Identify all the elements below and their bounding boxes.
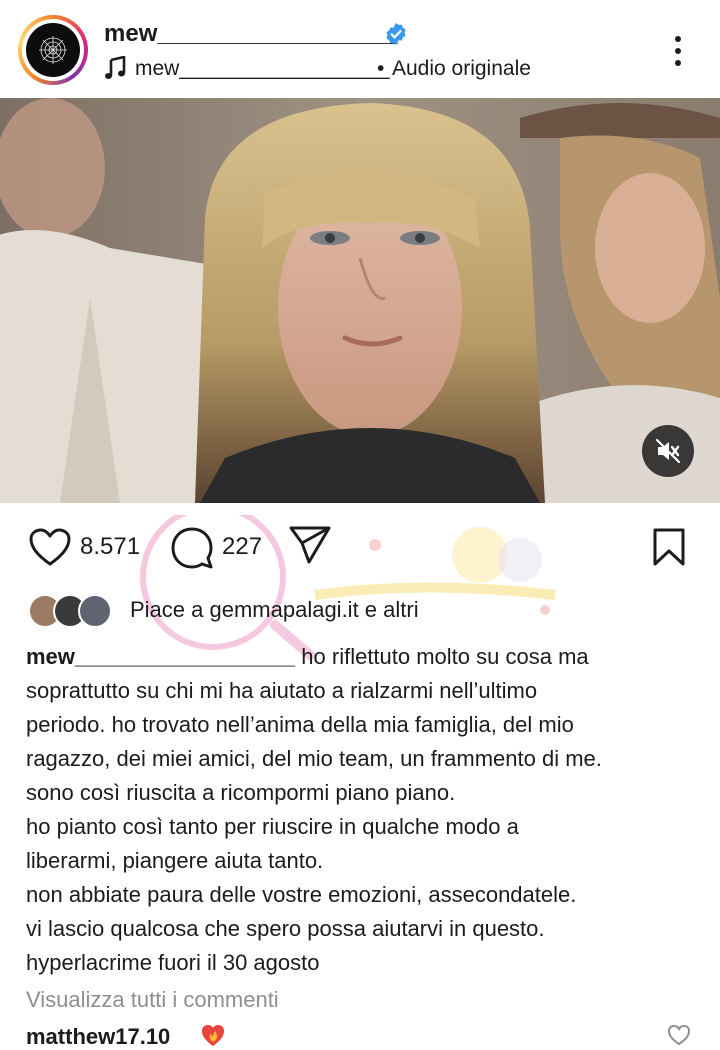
audio-separator: •: [377, 57, 385, 80]
view-all-comments-link[interactable]: Visualizza tutti i commenti: [26, 987, 279, 1013]
liker-avatars[interactable]: [28, 594, 118, 628]
post-media[interactable]: [0, 98, 720, 503]
post-username[interactable]: mew__________________: [104, 20, 398, 48]
audio-label[interactable]: Audio originale: [392, 57, 531, 81]
caption-line: liberarmi, piangere aiuta tanto.: [26, 848, 324, 873]
heart-fire-emoji: [202, 1025, 224, 1046]
caption-line: periodo. ho trovato nell’anima della mia…: [26, 712, 574, 737]
caption-line: ho pianto così tanto per riuscire in qua…: [26, 814, 519, 839]
comment-icon[interactable]: [170, 526, 214, 570]
caption-line: non abbiate paura delle vostre emozioni,…: [26, 882, 577, 907]
caption-line: mew__________________ ho riflettuto molt…: [26, 644, 589, 669]
post-header: mew__________________ mew_______________…: [0, 0, 720, 98]
mute-icon: [655, 438, 681, 464]
bookmark-icon[interactable]: [652, 527, 686, 567]
like-count[interactable]: 8.571: [80, 533, 140, 561]
caption-line: hyperlacrime fuori il 30 agosto: [26, 950, 320, 975]
mute-button[interactable]: [642, 425, 694, 477]
more-options-icon[interactable]: [668, 34, 688, 68]
story-ring[interactable]: [18, 15, 88, 85]
caption-line: soprattutto su chi mi ha aiutato a rialz…: [26, 678, 538, 703]
comment-username[interactable]: matthew17.10: [26, 1024, 170, 1050]
caption-line: vi lascio qualcosa che spero possa aiuta…: [26, 916, 545, 941]
audio-username[interactable]: mew__________________: [135, 57, 390, 81]
avatar[interactable]: [26, 23, 80, 77]
music-note-icon: [105, 56, 126, 79]
comment-like-icon[interactable]: [667, 1024, 691, 1046]
heart-icon[interactable]: [28, 527, 72, 567]
caption-username[interactable]: mew__________________: [26, 644, 295, 669]
verified-badge-icon: [386, 23, 406, 45]
share-icon[interactable]: [288, 525, 332, 565]
comment-count[interactable]: 227: [222, 533, 262, 561]
spiderweb-icon: [39, 36, 67, 64]
avatar: [78, 594, 112, 628]
video-frame: [0, 98, 720, 503]
post-caption: mew__________________ ho riflettuto molt…: [26, 640, 706, 980]
liked-by-text[interactable]: Piace a gemmapalagi.it e altri: [130, 597, 419, 623]
caption-line: sono così riuscita a ricompormi piano pi…: [26, 780, 456, 805]
caption-line: ragazzo, dei miei amici, del mio team, u…: [26, 746, 602, 771]
